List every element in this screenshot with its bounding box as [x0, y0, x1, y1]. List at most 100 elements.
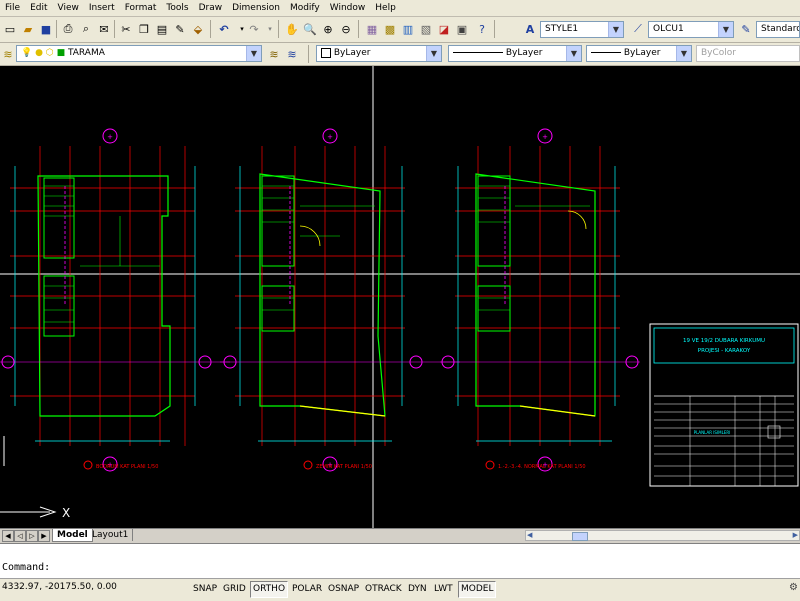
make-object-layer-current-icon[interactable]: ≋ [266, 46, 282, 62]
layer-previous-icon[interactable]: ≋ [284, 46, 300, 62]
drawing-canvas[interactable]: + + BODRUM KAT PLANI 1/50 + + ZEMIN KAT … [0, 66, 800, 528]
dyn-toggle[interactable]: DYN [405, 581, 430, 598]
command-line[interactable]: Command: [0, 543, 800, 579]
copy-icon[interactable]: ❐ [136, 21, 152, 37]
chevron-down-icon: ▼ [608, 22, 623, 37]
title-line-1: 19 VE 19/2 DUBARA KIRKUMU [683, 338, 765, 344]
linetype-preview-icon [453, 52, 503, 53]
horizontal-scrollbar[interactable]: ◀ ▶ [525, 530, 800, 541]
design-center-icon[interactable]: ▩ [382, 21, 398, 37]
zoom-previous-icon[interactable]: ⊖ [338, 21, 354, 37]
color-select[interactable]: ByLayer ▼ [316, 45, 442, 62]
new-file-icon[interactable]: ▭ [2, 21, 18, 37]
linetype-select[interactable]: ByLayer ▼ [448, 45, 582, 62]
chevron-down-icon: ▼ [566, 46, 581, 61]
redo-icon[interactable]: ↷ [246, 21, 262, 37]
tool-palettes-icon[interactable]: ▥ [400, 21, 416, 37]
snap-toggle[interactable]: SNAP [190, 581, 220, 598]
open-folder-icon[interactable]: ▰ [20, 21, 36, 37]
chevron-down-icon: ▼ [246, 46, 261, 61]
svg-text:X: X [62, 506, 70, 520]
menu-tools[interactable]: Tools [161, 0, 193, 16]
osnap-toggle[interactable]: OSNAP [325, 581, 362, 598]
drawing-svg: + + BODRUM KAT PLANI 1/50 + + ZEMIN KAT … [0, 66, 800, 528]
polar-toggle[interactable]: POLAR [289, 581, 325, 598]
menu-edit[interactable]: Edit [25, 0, 52, 16]
ucs-icon: X [0, 436, 70, 520]
dim-style-icon[interactable]: ⟋ [630, 21, 646, 37]
lineweight-value: ByLayer [623, 48, 661, 58]
scroll-right-icon[interactable]: ▶ [793, 531, 798, 540]
sun-icon: ● [35, 48, 43, 58]
svg-text:+: + [542, 133, 548, 141]
menu-window[interactable]: Window [325, 0, 371, 16]
publish-icon[interactable]: ✉ [96, 21, 112, 37]
text-style-value: STYLE1 [545, 24, 579, 34]
calculator-icon[interactable]: ▣ [454, 21, 470, 37]
next-tab-icon[interactable]: ▷ [26, 530, 38, 542]
standard-toolbar: ▭ ▰ ■ ⎙ ⌕ ✉ ✂ ❐ ▤ ✎ ⬙ ↶ ▾ ↷ ▾ ✋ 🔍 ⊕ ⊖ ▦ … [0, 17, 800, 43]
undo-icon[interactable]: ↶ [216, 21, 232, 37]
tab-model[interactable]: Model [52, 529, 93, 542]
status-bar: 4332.97, -20175.50, 0.00 SNAP GRID ORTHO… [0, 578, 800, 601]
title-line-2: PROJESI - KARAKOY [698, 348, 751, 354]
grid-toggle[interactable]: GRID [220, 581, 249, 598]
otrack-toggle[interactable]: OTRACK [362, 581, 405, 598]
cut-icon[interactable]: ✂ [118, 21, 134, 37]
ortho-toggle[interactable]: ORTHO [250, 581, 289, 598]
markup-icon[interactable]: ◪ [436, 21, 452, 37]
menu-view[interactable]: View [53, 0, 84, 16]
zoom-realtime-icon[interactable]: 🔍 [302, 21, 318, 37]
prev-tab-icon[interactable]: ◁ [14, 530, 26, 542]
table-style-value: Standard [761, 24, 800, 34]
zoom-window-icon[interactable]: ⊕ [320, 21, 336, 37]
model-toggle[interactable]: MODEL [458, 581, 497, 598]
table-style-icon[interactable]: ✎ [738, 21, 754, 37]
table-style-select[interactable]: Standard [756, 21, 800, 38]
sheet-set-icon[interactable]: ▧ [418, 21, 434, 37]
layer-value: TARAMA [67, 48, 105, 58]
save-icon[interactable]: ■ [38, 21, 54, 37]
menu-help[interactable]: Help [370, 0, 401, 16]
menu-file[interactable]: File [0, 0, 25, 16]
tab-layout1[interactable]: Layout1 [88, 529, 134, 541]
layer-manager-icon[interactable]: ≋ [0, 46, 16, 62]
dim-style-select[interactable]: OLCU1 ▼ [648, 21, 734, 38]
layer-color-icon: ■ [56, 48, 66, 58]
pan-icon[interactable]: ✋ [284, 21, 300, 37]
plan-2: + + ZEMIN KAT PLANI 1/50 [220, 128, 460, 472]
menu-draw[interactable]: Draw [194, 0, 228, 16]
layer-select[interactable]: 💡 ● ⬡ ■ TARAMA ▼ [16, 45, 262, 62]
plot-icon[interactable]: ⎙ [60, 21, 76, 37]
layout-tabs-bar: ◀ ◁ ▷ ▶ Model Layout1 ◀ ▶ [0, 528, 800, 543]
menu-insert[interactable]: Insert [84, 0, 120, 16]
text-style-select[interactable]: STYLE1 ▼ [540, 21, 624, 38]
lineweight-select[interactable]: ByLayer ▼ [586, 45, 692, 62]
tray-settings-icon[interactable]: ⚙ [789, 582, 798, 593]
menu-dimension[interactable]: Dimension [227, 0, 285, 16]
first-tab-icon[interactable]: ◀ [2, 530, 14, 542]
text-style-icon[interactable]: A [522, 21, 538, 37]
plotstyle-select[interactable]: ByColor [696, 45, 800, 62]
scroll-thumb[interactable] [572, 532, 588, 541]
lock-icon: ⬡ [45, 48, 54, 58]
last-tab-icon[interactable]: ▶ [38, 530, 50, 542]
lwt-toggle[interactable]: LWT [431, 581, 456, 598]
plan-1: + + BODRUM KAT PLANI 1/50 [0, 128, 230, 472]
lineweight-preview-icon [591, 52, 621, 53]
menu-format[interactable]: Format [120, 0, 162, 16]
match-properties-icon[interactable]: ✎ [172, 21, 188, 37]
properties-icon[interactable]: ▦ [364, 21, 380, 37]
plot-preview-icon[interactable]: ⌕ [78, 21, 94, 37]
block-editor-icon[interactable]: ⬙ [190, 21, 206, 37]
redo-dropdown-icon[interactable]: ▾ [262, 21, 278, 37]
plan-3-label: 1.-2.-3.-4. NORMAL KAT PLANI 1/50 [498, 464, 586, 470]
help-icon[interactable]: ? [474, 21, 490, 37]
menu-modify[interactable]: Modify [285, 0, 325, 16]
scroll-left-icon[interactable]: ◀ [527, 531, 532, 540]
linetype-value: ByLayer [505, 48, 543, 58]
color-swatch-icon [321, 47, 331, 58]
menu-bar: File Edit View Insert Format Tools Draw … [0, 0, 800, 17]
svg-text:+: + [107, 133, 113, 141]
paste-icon[interactable]: ▤ [154, 21, 170, 37]
